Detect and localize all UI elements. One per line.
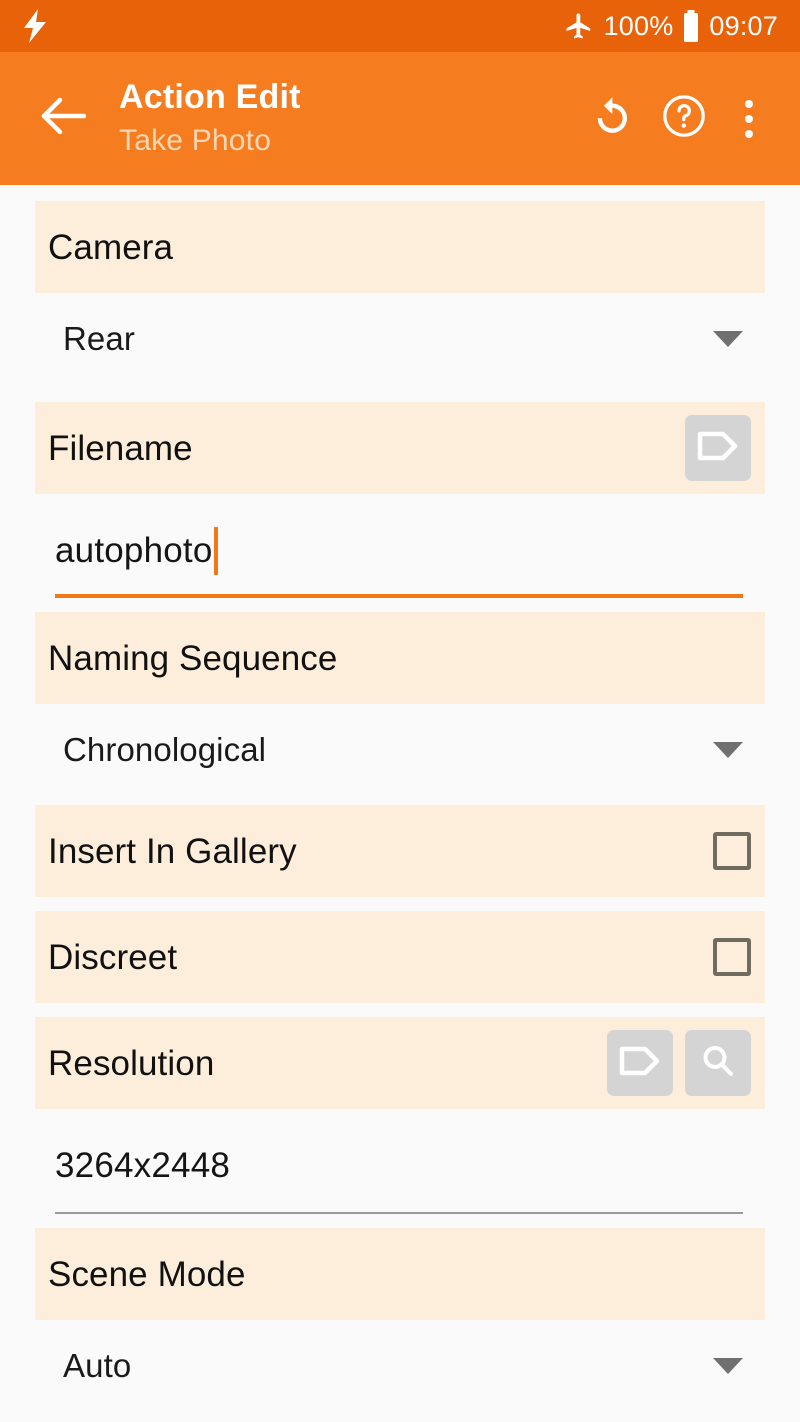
section-header-filename: Filename (35, 402, 765, 494)
app-bar-titles: Action Edit Take Photo (119, 77, 576, 159)
tag-icon (618, 1044, 662, 1083)
overflow-menu-icon (745, 99, 753, 138)
section-header-scene-mode: Scene Mode (35, 1228, 765, 1320)
section-header-naming-sequence: Naming Sequence (35, 612, 765, 704)
lightning-bolt-icon (22, 9, 48, 43)
filename-tools (685, 415, 751, 481)
scene-mode-label: Scene Mode (48, 1254, 246, 1294)
filename-tag-button[interactable] (685, 415, 751, 481)
discreet-checkbox[interactable] (713, 938, 751, 976)
chevron-down-icon (713, 1358, 743, 1374)
naming-sequence-dropdown[interactable]: Chronological (35, 704, 765, 796)
camera-value: Rear (63, 320, 135, 357)
insert-in-gallery-checkbox[interactable] (713, 832, 751, 870)
tag-icon (696, 429, 740, 468)
insert-in-gallery-label: Insert In Gallery (48, 831, 297, 871)
section-header-resolution: Resolution (35, 1017, 765, 1109)
app-bar-actions (576, 83, 778, 155)
discreet-row[interactable]: Discreet (35, 911, 765, 1003)
status-bar-left (22, 9, 48, 43)
app-bar: Action Edit Take Photo (0, 52, 800, 185)
overflow-menu-button[interactable] (720, 83, 778, 155)
insert-in-gallery-row[interactable]: Insert In Gallery (35, 805, 765, 897)
scene-mode-dropdown[interactable]: Auto (35, 1320, 765, 1412)
search-icon (698, 1041, 738, 1086)
text-cursor (213, 527, 218, 575)
section-header-camera: Camera (35, 201, 765, 293)
camera-dropdown[interactable]: Rear (35, 293, 765, 385)
clock-label: 09:07 (709, 10, 778, 41)
scene-mode-value: Auto (63, 1347, 132, 1384)
camera-label: Camera (48, 227, 174, 267)
resolution-value: 3264x2448 (55, 1146, 231, 1185)
naming-sequence-value: Chronological (63, 731, 267, 768)
back-button[interactable] (34, 90, 92, 148)
settings-content: Camera Rear Filename autophoto Naming Se… (0, 185, 800, 1412)
resolution-search-button[interactable] (685, 1030, 751, 1096)
resolution-tools (607, 1030, 751, 1096)
airplane-mode-icon (564, 11, 595, 41)
help-icon (661, 93, 707, 144)
filename-value: autophoto (55, 531, 213, 570)
chevron-down-icon (713, 742, 743, 758)
revert-icon (590, 94, 634, 143)
chevron-down-icon (713, 331, 743, 347)
status-bar-right: 100% 09:07 (564, 10, 778, 42)
resolution-input-inner: 3264x2448 (55, 1127, 743, 1205)
back-arrow-icon (40, 96, 87, 141)
page-subtitle: Take Photo (119, 124, 272, 158)
filename-input-inner: autophoto (55, 512, 743, 590)
filename-label: Filename (48, 428, 193, 468)
resolution-tag-button[interactable] (607, 1030, 673, 1096)
revert-button[interactable] (576, 83, 648, 155)
filename-input[interactable]: autophoto (35, 494, 765, 598)
discreet-label: Discreet (48, 937, 178, 977)
help-button[interactable] (648, 83, 720, 155)
naming-sequence-label: Naming Sequence (48, 638, 338, 678)
battery-percent-label: 100% (603, 10, 674, 41)
status-bar: 100% 09:07 (0, 0, 800, 52)
resolution-label: Resolution (48, 1043, 215, 1083)
page-title: Action Edit (119, 78, 301, 117)
resolution-input[interactable]: 3264x2448 (35, 1109, 765, 1214)
battery-full-icon (682, 10, 700, 42)
